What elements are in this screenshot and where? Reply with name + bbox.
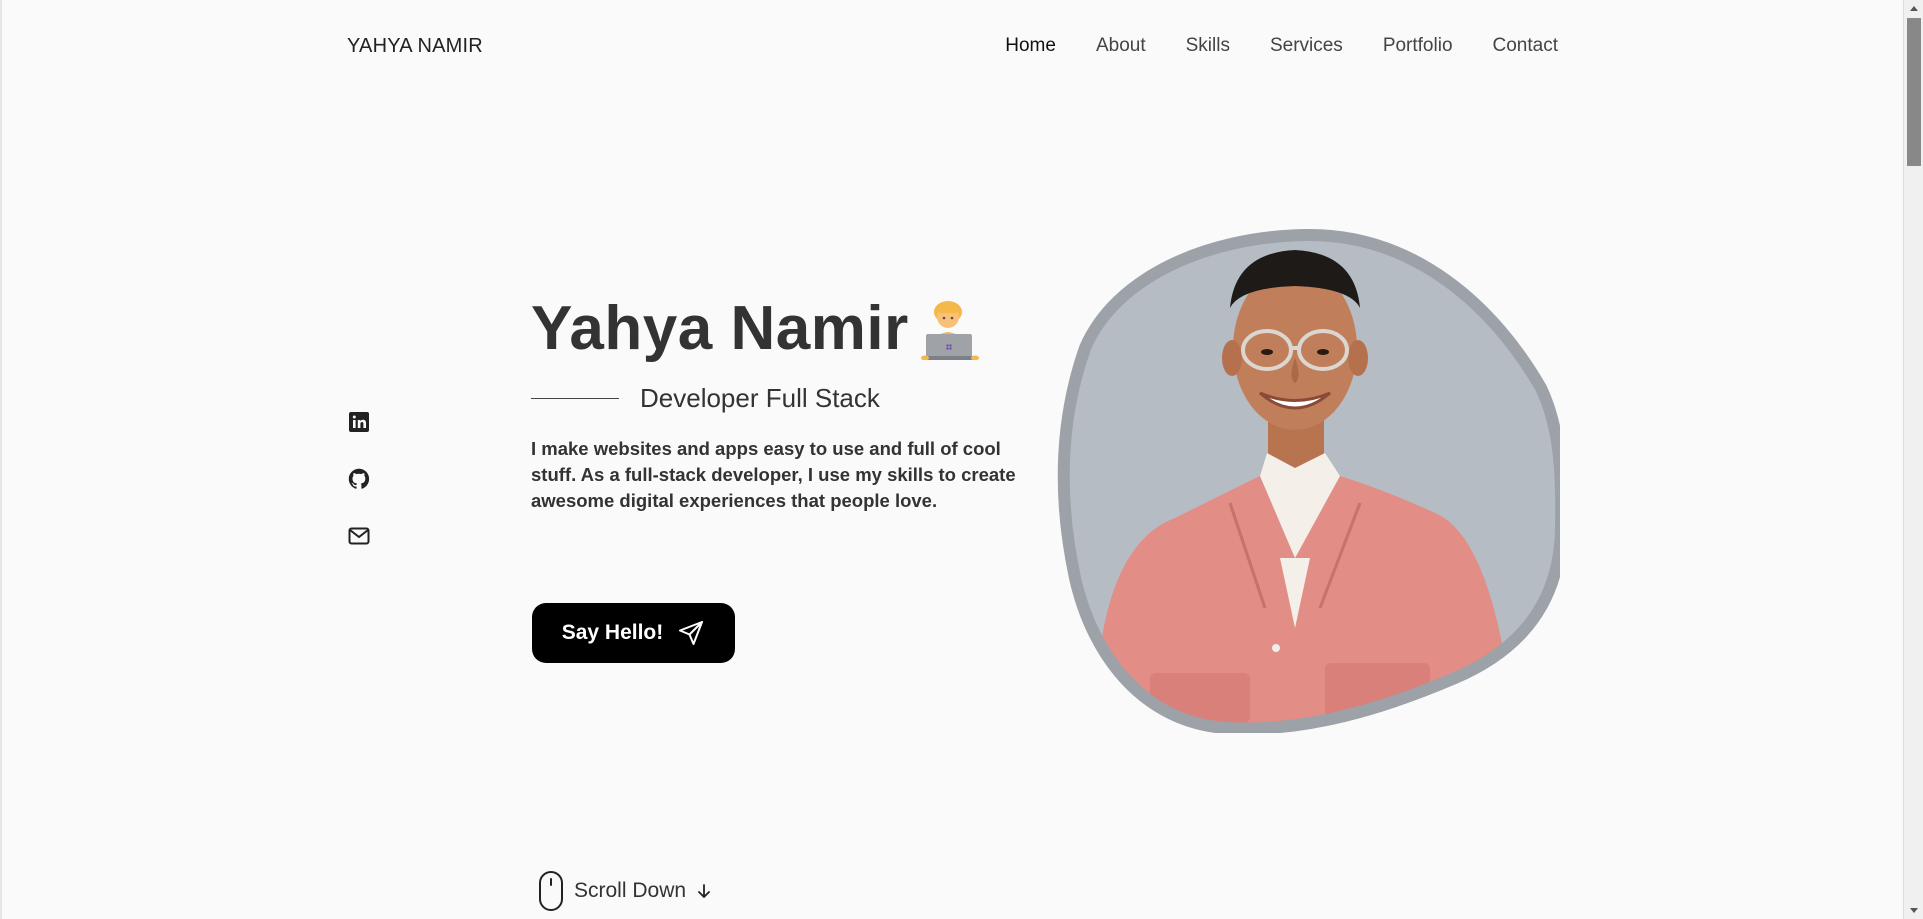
technologist-emoji-icon <box>920 301 979 360</box>
nav-about[interactable]: About <box>1096 35 1146 57</box>
hero-title-row: Yahya Namir <box>531 298 979 360</box>
hero-description: I make websites and apps easy to use and… <box>531 438 1016 511</box>
mail-icon <box>348 527 370 545</box>
hero-subtitle-row: Developer Full Stack <box>531 383 880 414</box>
github-icon <box>348 468 370 489</box>
social-links <box>347 410 371 548</box>
scrollbar-thumb[interactable] <box>1907 18 1921 166</box>
scroll-down-arrow-icon[interactable] <box>1904 903 1923 919</box>
nav-home[interactable]: Home <box>1005 35 1056 57</box>
arrow-down-icon <box>698 884 710 898</box>
profile-photo <box>1057 228 1560 733</box>
logo[interactable]: YAHYA NAMIR <box>347 35 483 58</box>
say-hello-label: Say Hello! <box>561 621 664 644</box>
scroll-down-label: Scroll Down <box>574 879 687 902</box>
github-link[interactable] <box>347 467 371 491</box>
scroll-up-arrow-icon[interactable] <box>1904 0 1923 16</box>
hero-name: Yahya Namir <box>531 294 909 363</box>
nav-skills[interactable]: Skills <box>1186 35 1230 57</box>
hero-subtitle: Developer Full Stack <box>640 383 880 413</box>
nav-portfolio[interactable]: Portfolio <box>1383 35 1453 57</box>
scroll-down-link[interactable]: Scroll Down <box>538 870 712 912</box>
say-hello-button[interactable]: Say Hello! <box>532 603 735 663</box>
subtitle-divider <box>531 398 619 399</box>
nav-contact[interactable]: Contact <box>1493 35 1558 57</box>
nav-services[interactable]: Services <box>1270 35 1343 57</box>
send-icon <box>679 621 704 645</box>
main-nav: Home About Skills Services Portfolio Con… <box>1005 35 1558 57</box>
mouse-icon <box>539 871 563 911</box>
hero-portrait <box>1055 228 1560 733</box>
email-link[interactable] <box>347 524 371 548</box>
window-edge <box>0 0 2 919</box>
page: YAHYA NAMIR Home About Skills Services P… <box>0 0 1923 919</box>
linkedin-link[interactable] <box>347 410 371 434</box>
linkedin-icon <box>349 412 369 432</box>
page-scrollbar[interactable] <box>1903 0 1923 919</box>
